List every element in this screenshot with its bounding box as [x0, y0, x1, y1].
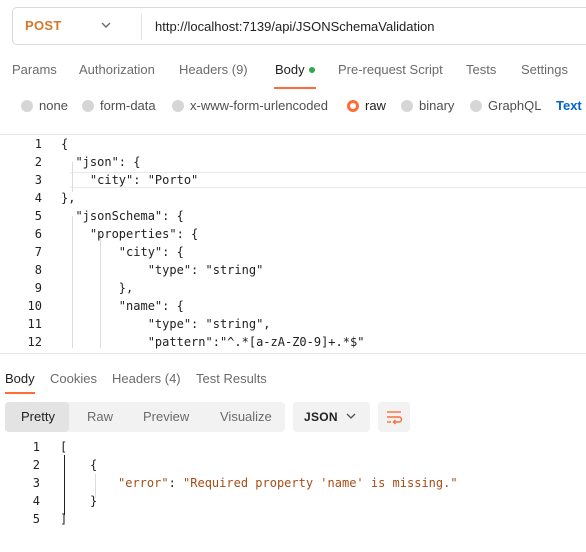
radio-circle-icon [82, 99, 94, 112]
tab-params[interactable]: Params [12, 62, 57, 77]
line-number: 12 [27, 335, 42, 349]
body-indicator-dot [308, 66, 315, 73]
code-line: "type": "string", [61, 317, 271, 331]
view-raw[interactable]: Raw [87, 409, 113, 424]
view-pretty[interactable]: Pretty [21, 409, 55, 424]
line-number: 4 [34, 191, 42, 205]
wrap-lines-icon [387, 411, 403, 425]
view-preview[interactable]: Preview [143, 409, 189, 424]
line-number: 3 [34, 173, 42, 187]
line-number: 8 [34, 263, 42, 277]
url-bar: POST http://localhost:7139/api/JSONSchem… [12, 7, 586, 45]
code-line: "properties": { [61, 227, 199, 241]
response-line-number: 4 [32, 494, 40, 508]
line-number: 9 [34, 281, 42, 295]
code-line: { [61, 137, 69, 151]
response-code-line: [ [60, 440, 68, 454]
response-code-line: "error": "Required property 'name' is mi… [118, 476, 458, 490]
radio-graphql-label: GraphQL [488, 98, 542, 113]
tab-body[interactable]: Body [275, 62, 315, 77]
line-number: 6 [34, 227, 42, 241]
active-tab-indicator [274, 87, 316, 89]
response-line-number: 5 [32, 512, 40, 526]
radio-urlencoded[interactable]: x-www-form-urlencoded [172, 98, 328, 113]
code-line: "jsonSchema": { [61, 209, 184, 223]
radio-binary-label: binary [419, 98, 455, 113]
line-number: 11 [27, 317, 42, 331]
tab-settings[interactable]: Settings [521, 62, 568, 77]
url-input[interactable]: http://localhost:7139/api/JSONSchemaVali… [155, 19, 434, 34]
tab-body-label: Body [275, 62, 305, 77]
response-tab-test-results[interactable]: Test Results [196, 371, 267, 386]
response-line-number: 2 [32, 458, 40, 472]
line-number: 2 [34, 155, 42, 169]
response-line-number: 1 [32, 440, 40, 454]
radio-binary[interactable]: binary [401, 98, 454, 113]
response-format-label: JSON [304, 410, 338, 424]
response-code-line: } [90, 494, 98, 508]
radio-circle-icon [470, 99, 482, 112]
response-active-tab-indicator [5, 392, 35, 394]
response-separator: : [168, 476, 184, 490]
radio-circle-icon [172, 99, 184, 112]
wrap-lines-button[interactable] [378, 402, 410, 432]
chevron-down-icon [346, 413, 356, 419]
code-line: "type": "string" [61, 263, 264, 277]
response-tab-body[interactable]: Body [5, 371, 35, 386]
view-visualize[interactable]: Visualize [220, 409, 272, 424]
radio-raw-label: raw [365, 98, 386, 113]
radio-selected-icon [347, 99, 359, 112]
radio-graphql[interactable]: GraphQL [470, 98, 541, 113]
line-number: 10 [27, 299, 42, 313]
radio-form-data[interactable]: form-data [82, 98, 156, 113]
code-line: }, [61, 281, 134, 295]
code-line: "name": { [61, 299, 184, 313]
tab-tests[interactable]: Tests [466, 62, 496, 77]
radio-none-label: none [39, 98, 68, 113]
line-number: 5 [34, 209, 42, 223]
line-number: 1 [34, 137, 42, 151]
raw-type-select[interactable]: Text [556, 98, 582, 113]
line-number: 7 [34, 245, 42, 259]
code-line: "pattern":"^.*[a-zA-Z0-9]+.*$" [61, 335, 365, 349]
radio-none[interactable]: none [21, 98, 68, 113]
response-code-line: ] [60, 512, 68, 526]
chevron-down-icon[interactable] [99, 18, 113, 32]
method-select[interactable]: POST [25, 18, 62, 33]
radio-circle-icon [21, 99, 33, 112]
response-error-message: "Required property 'name' is missing." [183, 476, 458, 490]
radio-form-data-label: form-data [100, 98, 156, 113]
response-error-key: "error" [118, 476, 169, 490]
response-bracket-guide [64, 455, 65, 515]
radio-urlencoded-label: x-www-form-urlencoded [190, 98, 328, 113]
tab-authorization[interactable]: Authorization [79, 62, 155, 77]
response-line-number: 3 [32, 476, 40, 490]
radio-circle-icon [401, 99, 413, 112]
response-tab-headers[interactable]: Headers (4) [112, 371, 181, 386]
code-line: }, [61, 191, 76, 205]
tab-headers[interactable]: Headers (9) [179, 62, 248, 77]
response-code-line: { [90, 458, 98, 472]
response-tab-cookies[interactable]: Cookies [50, 371, 97, 386]
code-line: "city": { [61, 245, 184, 259]
code-line: "city": "Porto" [61, 173, 199, 187]
radio-raw[interactable]: raw [347, 98, 386, 113]
url-divider [141, 14, 142, 40]
tab-prerequest-script[interactable]: Pre-request Script [338, 62, 443, 77]
code-line: "json": { [61, 155, 141, 169]
